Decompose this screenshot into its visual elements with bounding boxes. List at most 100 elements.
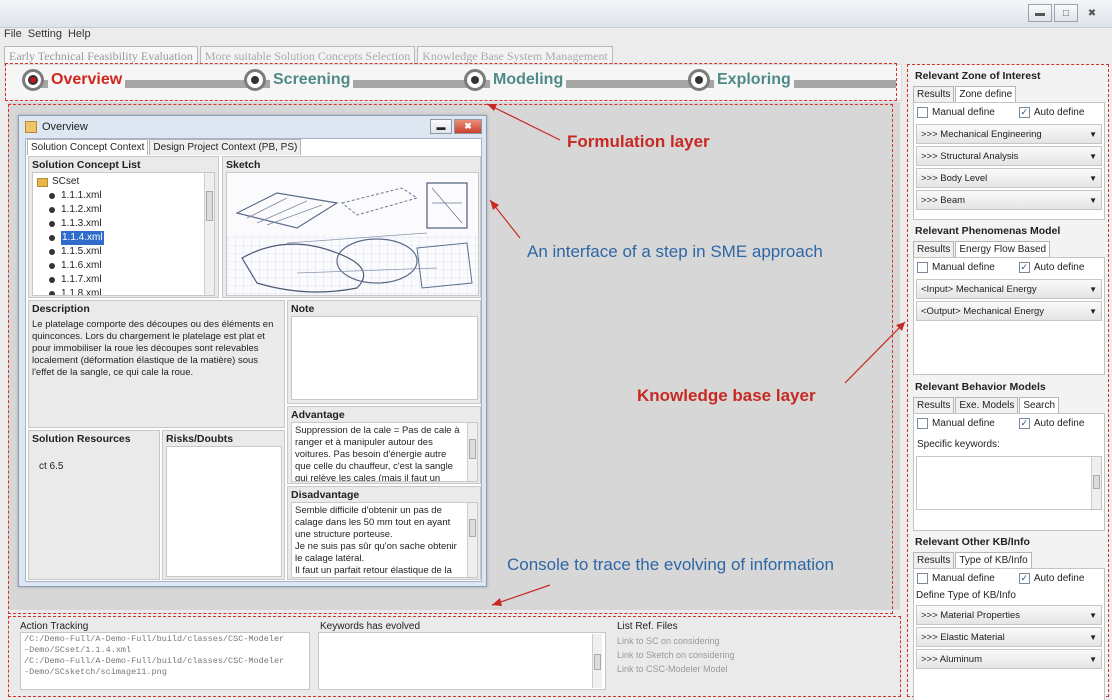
dropdown-arrow-icon: ▼ (1089, 610, 1097, 620)
console-annotation: Console to trace the evolving of informa… (507, 555, 834, 574)
phenomena-define-options: Manual define ✓ Auto define (914, 258, 1104, 277)
manual-define-label: Manual define (932, 262, 995, 273)
auto-define-checkbox[interactable]: ✓ (1018, 573, 1030, 584)
zone-dropdown-domain[interactable]: >>> Mechanical Engineering ▼ (916, 124, 1102, 144)
other-define-options: Manual define ✓ Auto define (914, 569, 1104, 588)
phenomena-dropdown-output[interactable]: <Output> Mechanical Energy ▼ (916, 301, 1102, 321)
zone-title: Relevant Zone of Interest (915, 70, 1041, 82)
phenomena-dropdown-input[interactable]: <Input> Mechanical Energy ▼ (916, 279, 1102, 299)
log-line: -Demo/SCsketch/scimage11.png (24, 667, 167, 677)
dropdown-value: >>> Mechanical Engineering (921, 128, 1042, 140)
zone-of-interest-section: Relevant Zone of Interest Results Zone d… (913, 68, 1105, 220)
zone-dropdown-element[interactable]: >>> Beam ▼ (916, 190, 1102, 210)
tab-phenomena-results[interactable]: Results (913, 241, 955, 257)
tab-zone-results[interactable]: Results (913, 86, 955, 102)
arrowhead-icon (492, 598, 502, 606)
tab-exe-models[interactable]: Exe. Models (955, 397, 1019, 413)
other-kb-title: Relevant Other KB/Info (915, 536, 1030, 548)
tab-zone-define[interactable]: Zone define (955, 86, 1017, 102)
auto-define-checkbox[interactable]: ✓ (1018, 418, 1030, 429)
specific-keywords-input[interactable] (916, 456, 1102, 510)
dropdown-value: <Output> Mechanical Energy (921, 305, 1045, 317)
action-tracking-log[interactable]: /C:/Demo-Full/A-Demo-Full/build/classes/… (20, 632, 310, 690)
auto-define-checkbox[interactable]: ✓ (1018, 107, 1030, 118)
tab-behavior-results[interactable]: Results (913, 397, 955, 413)
dropdown-value: <Input> Mechanical Energy (921, 283, 1037, 295)
log-line: /C:/Demo-Full/A-Demo-Full/build/classes/… (24, 634, 285, 644)
ref-link-sketch[interactable]: Link to Sketch on considering (617, 648, 735, 662)
phenomena-title: Relevant Phenomenas Model (915, 225, 1061, 237)
behavior-tabs: Results Exe. Models Search (913, 397, 1105, 413)
knowledge-base-layer-annotation: Knowledge base layer (637, 386, 816, 405)
formulation-layer-annotation: Formulation layer (567, 132, 710, 151)
log-line: /C:/Demo-Full/A-Demo-Full/build/classes/… (24, 656, 285, 666)
log-line: -Demo/SCset/1.1.4.xml (24, 645, 132, 655)
specific-keywords-label: Specific keywords: (917, 439, 1000, 450)
other-kb-box: Manual define ✓ Auto define Define Type … (913, 568, 1105, 700)
zone-box: Manual define ✓ Auto define >>> Mechanic… (913, 102, 1105, 220)
phenomenas-model-section: Relevant Phenomenas Model Results Energy… (913, 223, 1105, 375)
dropdown-arrow-icon: ▼ (1089, 173, 1097, 183)
action-tracking-label: Action Tracking (20, 621, 89, 632)
dropdown-arrow-icon: ▼ (1089, 306, 1097, 316)
manual-define-checkbox[interactable] (917, 573, 928, 584)
zone-dropdown-analysis[interactable]: >>> Structural Analysis ▼ (916, 146, 1102, 166)
other-dropdown-material[interactable]: >>> Material Properties ▼ (916, 605, 1102, 625)
behavior-title: Relevant Behavior Models (915, 381, 1046, 393)
ref-link-sc[interactable]: Link to SC on considering (617, 634, 735, 648)
define-type-label: Define Type of KB/Info (916, 590, 1016, 601)
dropdown-value: >>> Structural Analysis (921, 150, 1019, 162)
dropdown-value: >>> Material Properties (921, 609, 1021, 621)
behavior-box: Manual define ✓ Auto define Specific key… (913, 413, 1105, 531)
zone-define-options: Manual define ✓ Auto define (914, 103, 1104, 122)
tab-type-of-kb[interactable]: Type of KB/Info (955, 552, 1032, 568)
dropdown-value: >>> Elastic Material (921, 631, 1005, 643)
auto-define-label: Auto define (1033, 573, 1085, 584)
manual-define-checkbox[interactable] (917, 262, 928, 273)
dropdown-arrow-icon: ▼ (1089, 632, 1097, 642)
manual-define-label: Manual define (932, 107, 995, 118)
manual-define-checkbox[interactable] (917, 107, 928, 118)
dropdown-value: >>> Beam (921, 194, 966, 206)
arrowhead-icon (490, 200, 499, 210)
list-ref-files-label: List Ref. Files (617, 621, 678, 632)
manual-define-label: Manual define (932, 573, 995, 584)
dropdown-value: >>> Aluminum (921, 653, 982, 665)
keywords-scrollbar[interactable] (1091, 457, 1101, 509)
keywords-evolved-scrollbar[interactable] (592, 634, 602, 688)
keywords-scroll-thumb[interactable] (1093, 475, 1100, 489)
phenomena-tabs: Results Energy Flow Based (913, 241, 1105, 257)
behavior-define-options: Manual define ✓ Auto define (914, 414, 1104, 433)
arrowhead-icon (487, 104, 497, 111)
interface-annotation: An interface of a step in SME approach (527, 242, 823, 261)
dropdown-value: >>> Body Level (921, 172, 988, 184)
other-kb-tabs: Results Type of KB/Info (913, 552, 1105, 568)
dropdown-arrow-icon: ▼ (1089, 654, 1097, 664)
tab-search[interactable]: Search (1019, 397, 1060, 413)
zone-dropdown-level[interactable]: >>> Body Level ▼ (916, 168, 1102, 188)
manual-define-checkbox[interactable] (917, 418, 928, 429)
other-dropdown-aluminum[interactable]: >>> Aluminum ▼ (916, 649, 1102, 669)
dropdown-arrow-icon: ▼ (1089, 284, 1097, 294)
auto-define-label: Auto define (1033, 107, 1085, 118)
manual-define-label: Manual define (932, 418, 995, 429)
keywords-evolved-label: Keywords has evolved (320, 621, 421, 632)
dropdown-arrow-icon: ▼ (1089, 151, 1097, 161)
ref-files-list: Link to SC on considering Link to Sketch… (617, 634, 735, 676)
other-kb-section: Relevant Other KB/Info Results Type of K… (913, 534, 1105, 700)
keywords-evolved-box[interactable] (318, 632, 606, 690)
behavior-models-section: Relevant Behavior Models Results Exe. Mo… (913, 379, 1105, 531)
auto-define-checkbox[interactable]: ✓ (1018, 262, 1030, 273)
arrow-formulation (486, 103, 561, 141)
arrow-knowledge (844, 321, 906, 384)
keywords-evolved-scroll-thumb[interactable] (594, 654, 601, 670)
zone-tabs: Results Zone define (913, 86, 1105, 102)
dropdown-arrow-icon: ▼ (1089, 129, 1097, 139)
ref-link-model[interactable]: Link to CSC-Modeler Model (617, 662, 735, 676)
auto-define-label: Auto define (1033, 262, 1085, 273)
tab-energy-flow-based[interactable]: Energy Flow Based (955, 241, 1051, 257)
other-dropdown-elastic[interactable]: >>> Elastic Material ▼ (916, 627, 1102, 647)
tab-other-results[interactable]: Results (913, 552, 955, 568)
dropdown-arrow-icon: ▼ (1089, 195, 1097, 205)
auto-define-label: Auto define (1033, 418, 1085, 429)
